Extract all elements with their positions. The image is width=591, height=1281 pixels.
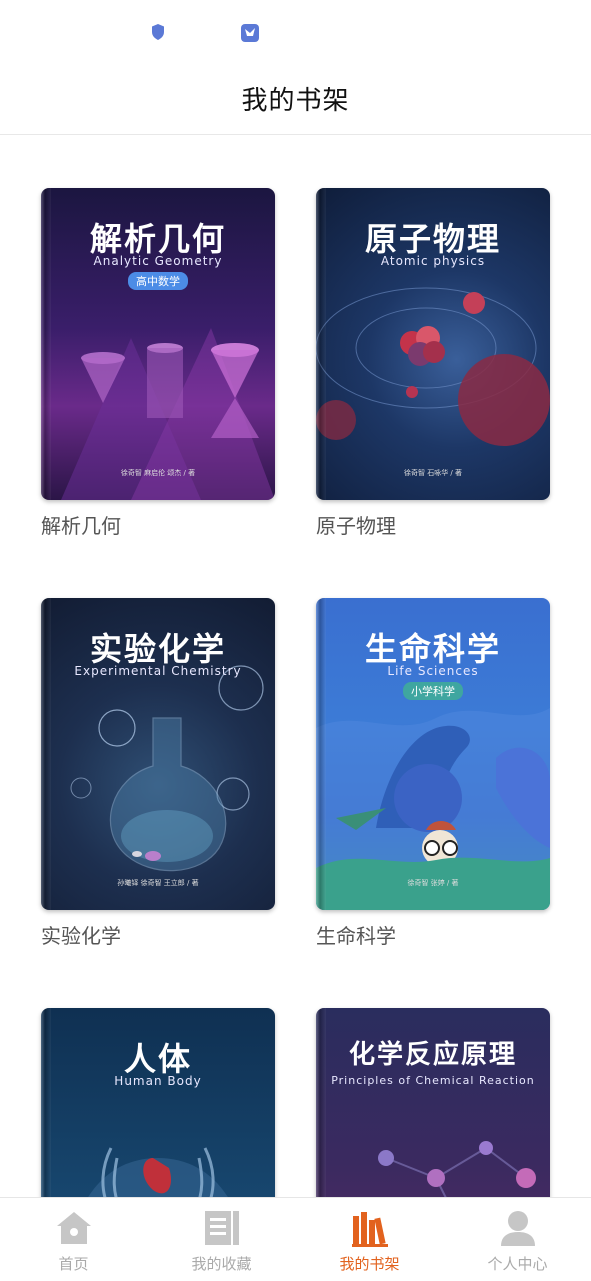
cover-subtitle: Analytic Geometry xyxy=(93,254,223,268)
cover-subtitle: Life Sciences xyxy=(387,664,479,678)
book-title[interactable]: 实验化学 xyxy=(41,920,121,949)
tab-bar: 首页 我的收藏 我的书架 个人中心 xyxy=(0,1197,591,1281)
user-icon xyxy=(500,1211,535,1246)
cover-tag: 小学科学 xyxy=(403,682,463,700)
cover-subtitle: Human Body xyxy=(114,1074,202,1088)
home-icon xyxy=(56,1212,91,1244)
bookshelf-grid: 解析几何 Analytic Geometry 高中数学 徐奇智 麻启伦 颂杰 /… xyxy=(0,135,591,1197)
cover-subtitle: Principles of Chemical Reaction xyxy=(331,1074,535,1087)
tab-profile-label: 个人中心 xyxy=(487,1255,548,1273)
book-cover[interactable]: 原子物理 Atomic physics 徐奇智 石咏华 / 著 xyxy=(316,188,550,500)
book-cover[interactable]: 解析几何 Analytic Geometry 高中数学 徐奇智 麻启伦 颂杰 /… xyxy=(41,188,275,500)
tab-home-label: 首页 xyxy=(58,1255,89,1273)
tab-bookshelf[interactable]: 我的书架 xyxy=(296,1198,443,1281)
cover-authors: 孙曦铎 徐奇智 王立郎 / 著 xyxy=(117,879,199,887)
cover-tag: 高中数学 xyxy=(128,272,188,290)
book-cover[interactable]: 人体 Human Body xyxy=(41,1008,275,1197)
book-title[interactable]: 原子物理 xyxy=(316,510,396,539)
cover-subtitle: Experimental Chemistry xyxy=(74,664,242,678)
cover-subtitle: Atomic physics xyxy=(380,254,486,268)
tab-collection-label: 我的收藏 xyxy=(191,1255,252,1273)
page-title: 我的书架 xyxy=(241,86,350,116)
book-title[interactable]: 解析几何 xyxy=(41,510,121,539)
tab-home[interactable]: 首页 xyxy=(0,1198,147,1281)
tab-profile[interactable]: 个人中心 xyxy=(444,1198,591,1281)
book-title[interactable]: 生命科学 xyxy=(316,920,396,949)
tab-bookshelf-label: 我的书架 xyxy=(339,1255,400,1273)
book-cover[interactable]: 实验化学 Experimental Chemistry 孙曦铎 徐奇智 王立郎 … xyxy=(41,598,275,910)
book-cover[interactable]: 生命科学 Life Sciences 小学科学 徐奇智 张婷 / 著 xyxy=(316,598,550,910)
status-bar xyxy=(0,0,591,66)
cover-authors: 徐奇智 张婷 / 著 xyxy=(407,879,459,887)
book-cover[interactable]: 化学反应原理 Principles of Chemical Reaction xyxy=(316,1008,550,1197)
collection-icon xyxy=(204,1211,239,1245)
bird-icon xyxy=(241,24,259,42)
cover-title: 化学反应原理 xyxy=(348,1040,517,1070)
cover-authors: 徐奇智 石咏华 / 著 xyxy=(403,469,463,477)
cover-authors: 徐奇智 麻启伦 颂杰 / 著 xyxy=(120,469,196,477)
shield-icon xyxy=(152,24,164,40)
bookshelf-icon xyxy=(351,1212,388,1247)
page-header: 我的书架 xyxy=(0,66,591,135)
tab-collection[interactable]: 我的收藏 xyxy=(148,1198,295,1281)
